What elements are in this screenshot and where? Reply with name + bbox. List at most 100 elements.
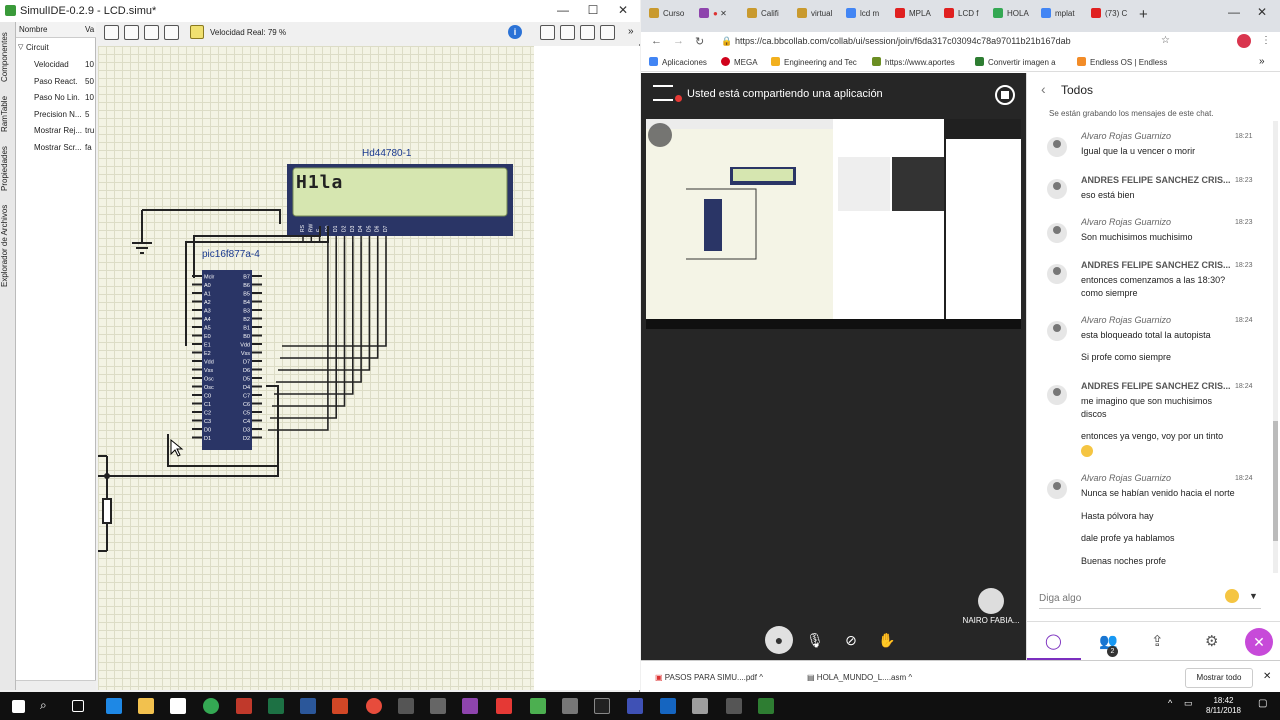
browser-tab[interactable]: Califi — [747, 8, 791, 26]
property-row[interactable]: Precision N... 5 — [16, 107, 96, 123]
vscode-icon[interactable] — [430, 698, 446, 714]
property-group[interactable]: ▽ Circuit — [16, 40, 96, 56]
notifications-icon[interactable]: ▢ — [1258, 698, 1274, 714]
new-file-icon[interactable] — [104, 25, 119, 40]
app-icon[interactable] — [562, 698, 578, 714]
editor-new-icon[interactable] — [540, 25, 555, 40]
more-icon[interactable]: » — [628, 26, 634, 37]
tab-close-icon[interactable]: ✕ — [720, 9, 727, 18]
chat-scrollbar[interactable] — [1273, 121, 1278, 573]
download-item[interactable]: ▣ PASOS PARA SIMU....pdf ^ — [655, 673, 763, 682]
reload-icon[interactable]: ↻ — [695, 35, 704, 48]
property-row[interactable]: Velocidad 10 — [16, 57, 96, 73]
excel-icon[interactable] — [268, 698, 284, 714]
participant-tile[interactable]: NAIRO FABIA... — [959, 588, 1023, 628]
forward-icon[interactable]: → — [673, 35, 684, 47]
hamburger-menu-icon[interactable] — [653, 85, 673, 101]
tab-componentes[interactable]: Componentes — [0, 26, 16, 88]
tray-chevron-icon[interactable]: ^ — [1168, 698, 1184, 714]
open-file-icon[interactable] — [124, 25, 139, 40]
editor-open-icon[interactable] — [560, 25, 575, 40]
browser-tab[interactable]: lcd m — [846, 8, 890, 26]
power-icon[interactable] — [190, 25, 204, 39]
start-windows-icon[interactable] — [12, 700, 25, 713]
chevron-up-icon[interactable]: ^ — [908, 673, 912, 682]
horizontal-scrollbar[interactable] — [16, 680, 96, 690]
browser-tab[interactable]: (73) C — [1091, 8, 1135, 26]
show-all-button[interactable]: Mostrar todo — [1185, 668, 1253, 688]
property-row[interactable]: Mostrar Scr... fa — [16, 140, 96, 156]
info-icon[interactable]: i — [508, 25, 522, 39]
editor-save-icon[interactable] — [580, 25, 595, 40]
url-field[interactable]: https://ca.bbcollab.com/collab/ui/sessio… — [735, 36, 1071, 46]
close-button[interactable]: ✕ — [608, 0, 638, 22]
save-as-icon[interactable] — [164, 25, 179, 40]
app-icon[interactable] — [462, 698, 478, 714]
share-content-icon[interactable]: ⇪ — [1151, 632, 1164, 650]
search-icon[interactable]: ⌕ — [40, 698, 56, 714]
taskbar-clock[interactable]: 18:42 8/11/2018 — [1206, 696, 1241, 716]
tab-explorador[interactable]: Explorador de Archivos — [0, 202, 16, 290]
browser-tab[interactable]: HOLA — [993, 8, 1037, 26]
app-icon[interactable] — [758, 698, 774, 714]
editor-save-as-icon[interactable] — [600, 25, 615, 40]
browser-tab[interactable]: Curso — [649, 8, 699, 26]
acrobat-icon[interactable] — [496, 698, 512, 714]
word-icon[interactable] — [300, 698, 316, 714]
store-icon[interactable] — [170, 698, 186, 714]
browser-tab-active[interactable]: ● ✕ — [699, 8, 741, 26]
app-icon[interactable] — [236, 698, 252, 714]
terminal-icon[interactable] — [594, 698, 610, 714]
app-icon[interactable] — [627, 698, 643, 714]
my-avatar-button[interactable]: ● — [765, 626, 793, 654]
property-value[interactable]: 10 — [85, 93, 95, 102]
edge-icon[interactable] — [106, 698, 122, 714]
bookmark-item[interactable]: Aplicaciones — [649, 57, 707, 67]
new-tab-button[interactable]: + — [1139, 6, 1148, 23]
browser-tab[interactable]: LCD f — [944, 8, 988, 26]
property-row[interactable]: Mostrar Rej... tru — [16, 123, 96, 139]
simulide-taskbar-icon[interactable] — [692, 698, 708, 714]
property-value[interactable]: 5 — [85, 110, 95, 119]
browser-tab[interactable]: virtual — [797, 8, 841, 26]
property-value[interactable]: 50 — [85, 77, 95, 86]
stop-sharing-button[interactable] — [995, 85, 1015, 105]
property-value[interactable]: 10 — [85, 60, 95, 69]
bookmark-item[interactable]: https://www.aportes — [872, 57, 955, 67]
microphone-icon[interactable]: 🎙 — [801, 626, 829, 654]
chrome-canary-icon[interactable] — [366, 698, 382, 714]
calculator-icon[interactable] — [660, 698, 676, 714]
powerpoint-icon[interactable] — [332, 698, 348, 714]
profile-avatar[interactable] — [1237, 34, 1251, 48]
close-downloads-icon[interactable]: ✕ — [1263, 671, 1271, 682]
back-chevron-icon[interactable]: ‹ — [1041, 81, 1046, 97]
bookmark-item[interactable]: MEGA — [721, 57, 758, 67]
app-icon[interactable] — [726, 698, 742, 714]
collapse-arrow-icon[interactable]: ▽ — [18, 43, 23, 51]
bookmark-item[interactable]: Convertir imagen a — [975, 57, 1056, 67]
network-icon[interactable]: ▭ — [1184, 698, 1200, 714]
tab-ramtable[interactable]: RamTable — [0, 90, 16, 138]
menu-icon[interactable]: ⋮ — [1261, 35, 1271, 46]
property-value[interactable]: fa — [85, 143, 95, 152]
property-row[interactable]: Paso No Lin. 10 — [16, 90, 96, 106]
circuit-canvas[interactable]: Mclr A0 A1 A2 A3 A4 A5 E0 E1 E2 Vdd Vss Osc Osc C0 C1 C2… — [98, 46, 534, 690]
browser-tab[interactable]: mplat — [1041, 8, 1087, 26]
more-bookmarks-icon[interactable]: » — [1259, 56, 1265, 67]
chrome-icon[interactable] — [203, 698, 219, 714]
property-value[interactable]: tru — [85, 126, 95, 135]
bookmark-item[interactable]: Endless OS | Endless — [1077, 57, 1167, 67]
download-item[interactable]: ▤ HOLA_MUNDO_L....asm ^ — [807, 673, 912, 682]
save-file-icon[interactable] — [144, 25, 159, 40]
maximize-button[interactable]: ☐ — [578, 0, 608, 22]
star-icon[interactable]: ☆ — [1161, 35, 1170, 46]
task-view-icon[interactable] — [72, 700, 84, 712]
camera-off-icon[interactable]: ⊘ — [837, 626, 865, 654]
property-row[interactable]: Paso React. 50 — [16, 74, 96, 90]
browser-tab[interactable]: MPLA — [895, 8, 939, 26]
back-icon[interactable]: ← — [651, 35, 662, 47]
chrome-close-button[interactable]: ✕ — [1247, 2, 1277, 24]
lock-icon[interactable]: 🔒 — [721, 36, 732, 47]
emoji-picker-icon[interactable] — [1225, 589, 1239, 603]
raise-hand-icon[interactable]: ✋ — [873, 626, 901, 654]
